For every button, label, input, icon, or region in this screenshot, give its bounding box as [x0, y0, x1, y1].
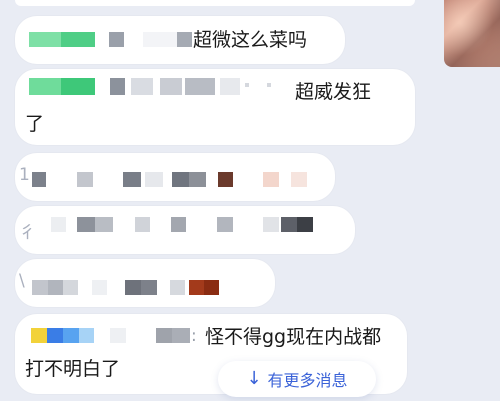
chat-message-4[interactable]: 彳	[15, 206, 355, 254]
more-messages-label: 有更多消息	[267, 371, 348, 390]
message-text: 超威发狂	[295, 81, 372, 103]
truncated-char: \	[19, 271, 25, 291]
chat-message-2[interactable]: 超威发狂 了	[15, 69, 415, 145]
message-text: 怪不得gg现在内战都	[205, 326, 382, 348]
more-messages-button[interactable]: ↓ 有更多消息	[218, 361, 376, 397]
truncated-char: 1	[19, 165, 30, 185]
video-frame	[444, 0, 500, 67]
video-call-thumbnail[interactable]	[444, 0, 500, 67]
message-text: 超微这么菜吗	[193, 29, 308, 51]
chat-message-5[interactable]: \	[15, 259, 275, 307]
name-colon: :	[191, 326, 197, 346]
previous-message-edge	[15, 0, 415, 6]
message-text-continued: 打不明白了	[25, 358, 121, 380]
truncated-char: 彳	[19, 223, 36, 243]
chat-message-1[interactable]: 超微这么菜吗	[15, 16, 345, 64]
message-text-continued: 了	[25, 113, 45, 135]
arrow-down-icon: ↓	[246, 368, 262, 389]
chat-message-3[interactable]: 1	[15, 153, 335, 201]
